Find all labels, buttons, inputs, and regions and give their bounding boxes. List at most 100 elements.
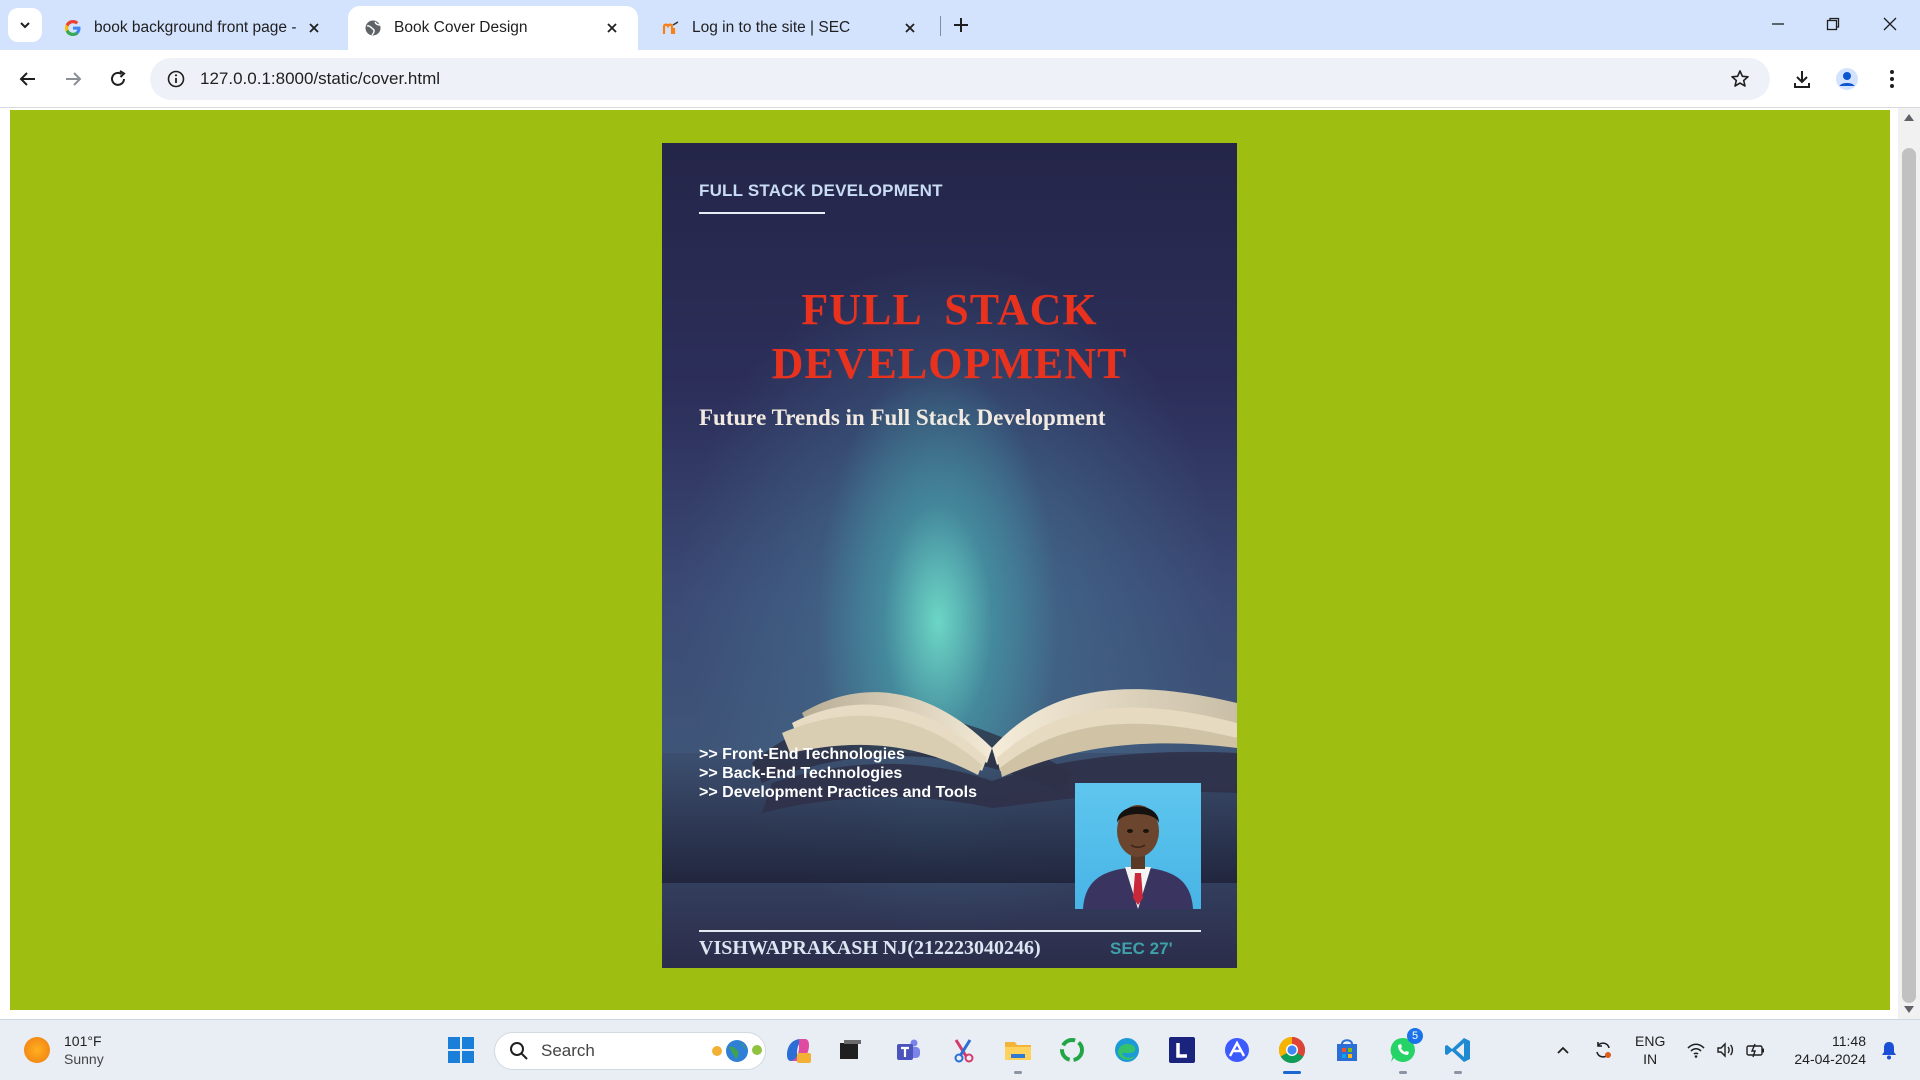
wifi-tray-button[interactable] bbox=[1683, 1030, 1709, 1070]
scroll-down-icon[interactable] bbox=[1904, 1006, 1914, 1013]
clock-time: 11:48 bbox=[1832, 1033, 1866, 1049]
sync-icon bbox=[1596, 1042, 1611, 1058]
taskbar-app-store[interactable] bbox=[1327, 1030, 1367, 1070]
scroll-up-icon[interactable] bbox=[1904, 114, 1914, 121]
tab-search-button[interactable] bbox=[8, 8, 42, 42]
taskbar-app-refresh-tool[interactable] bbox=[1052, 1030, 1092, 1070]
topic-item: >> Development Practices and Tools bbox=[699, 784, 978, 801]
bell-icon bbox=[1882, 1042, 1896, 1060]
task-view-icon bbox=[840, 1040, 861, 1059]
tab-strip: book background front page - Book Cover … bbox=[0, 0, 1920, 50]
taskbar-app-whatsapp[interactable]: 5 bbox=[1383, 1028, 1423, 1074]
tab-title: Book Cover Design bbox=[394, 19, 528, 36]
taskbar-app-chrome[interactable] bbox=[1272, 1030, 1312, 1074]
close-window-button[interactable] bbox=[1870, 8, 1910, 40]
show-hidden-icons-button[interactable] bbox=[1548, 1030, 1578, 1070]
notifications-button[interactable] bbox=[1874, 1030, 1904, 1070]
taskbar-app-vscode[interactable] bbox=[1438, 1030, 1478, 1074]
reload-button[interactable] bbox=[100, 61, 136, 97]
taskbar-app-edge[interactable] bbox=[1107, 1030, 1147, 1070]
tab-title: book background front page - bbox=[94, 19, 296, 36]
taskbar-app-snipping[interactable] bbox=[944, 1030, 984, 1070]
chevron-up-icon bbox=[1557, 1046, 1569, 1054]
site-info-icon[interactable] bbox=[156, 58, 196, 100]
weather-widget[interactable]: 101°F Sunny bbox=[24, 1032, 104, 1068]
reload-icon bbox=[111, 70, 126, 86]
battery-tray-button[interactable] bbox=[1743, 1030, 1769, 1070]
taskbar-app-copilot[interactable] bbox=[778, 1030, 818, 1070]
weather-temperature: 101°F bbox=[64, 1033, 102, 1049]
topics-list: >> Front-End Technologies >> Back-End Te… bbox=[699, 745, 977, 802]
new-tab-button[interactable] bbox=[948, 12, 974, 38]
taskbar-app-l[interactable] bbox=[1162, 1030, 1202, 1070]
url-text[interactable]: 127.0.0.1:8000/static/cover.html bbox=[200, 69, 1720, 89]
downloads-button[interactable] bbox=[1784, 61, 1820, 97]
start-button[interactable] bbox=[441, 1030, 481, 1070]
cover-eyebrow: FULL STACK DEVELOPMENT bbox=[699, 181, 943, 200]
eyebrow-underline bbox=[699, 212, 825, 214]
kebab-menu-icon bbox=[1890, 70, 1894, 88]
arrow-right-icon bbox=[66, 72, 82, 86]
footer-divider bbox=[699, 930, 1201, 932]
close-tab-icon[interactable] bbox=[304, 18, 324, 38]
sun-icon bbox=[24, 1037, 50, 1063]
speaker-icon bbox=[1717, 1042, 1734, 1058]
cover-subtitle: Future Trends in Full Stack Development bbox=[699, 405, 1106, 430]
plus-icon bbox=[954, 18, 968, 32]
cover-title-line-2: DEVELOPMENT bbox=[771, 339, 1128, 388]
taskbar-app-arc[interactable] bbox=[1217, 1030, 1257, 1070]
chevron-down-icon bbox=[20, 22, 30, 29]
section-label: SEC 27' bbox=[1110, 939, 1173, 958]
tab-title: Log in to the site | SEC bbox=[692, 19, 851, 36]
bookmark-star-icon[interactable] bbox=[1720, 58, 1760, 100]
system-clock[interactable]: 11:48 24-04-2024 bbox=[1786, 1032, 1866, 1068]
close-tab-icon[interactable] bbox=[602, 18, 622, 38]
taskbar-app-file-explorer[interactable] bbox=[998, 1030, 1038, 1074]
windows-taskbar: 101°F Sunny Search 5 ENG IN 11:48 24-04-… bbox=[0, 1019, 1920, 1080]
language-indicator[interactable]: ENG IN bbox=[1635, 1032, 1665, 1068]
tab-sec-login[interactable]: Log in to the site | SEC bbox=[646, 6, 936, 50]
taskbar-app-teams[interactable] bbox=[888, 1030, 928, 1070]
cover-title: FULL STACK DEVELOPMENT bbox=[662, 283, 1237, 391]
cover-title-line-1: FULL STACK bbox=[801, 285, 1098, 334]
close-icon bbox=[1883, 17, 1897, 31]
search-label: Search bbox=[541, 1041, 595, 1060]
copilot-icon bbox=[787, 1039, 811, 1063]
vscode-icon bbox=[1445, 1038, 1470, 1062]
restore-button[interactable] bbox=[1813, 8, 1853, 40]
back-button[interactable] bbox=[10, 61, 46, 97]
taskbar-search[interactable]: Search bbox=[494, 1032, 766, 1070]
vertical-scrollbar[interactable] bbox=[1898, 108, 1920, 1019]
author-name: VISHWAPRAKASH NJ(212223040246) bbox=[699, 937, 1041, 959]
snipping-tool-icon bbox=[954, 1039, 974, 1063]
notification-badge: 5 bbox=[1407, 1028, 1423, 1044]
browser-toolbar: 127.0.0.1:8000/static/cover.html bbox=[0, 50, 1920, 108]
download-icon bbox=[1794, 71, 1810, 88]
folder-icon bbox=[1005, 1042, 1031, 1060]
taskbar-app-task-view[interactable] bbox=[830, 1030, 870, 1070]
clock-date: 24-04-2024 bbox=[1794, 1051, 1866, 1067]
volume-tray-button[interactable] bbox=[1713, 1030, 1739, 1070]
scrollbar-thumb[interactable] bbox=[1902, 148, 1916, 1003]
tab-separator bbox=[940, 16, 941, 36]
tab-book-cover-design[interactable]: Book Cover Design bbox=[348, 6, 638, 50]
edge-icon bbox=[1115, 1038, 1139, 1062]
weather-condition: Sunny bbox=[64, 1051, 104, 1067]
minimize-button[interactable] bbox=[1758, 8, 1798, 40]
moodle-icon bbox=[662, 19, 680, 37]
author-photo bbox=[1075, 783, 1201, 909]
profile-button[interactable] bbox=[1829, 61, 1865, 97]
l-app-icon bbox=[1169, 1037, 1195, 1063]
arrow-left-icon bbox=[19, 72, 35, 86]
forward-button[interactable] bbox=[55, 61, 91, 97]
address-bar[interactable]: 127.0.0.1:8000/static/cover.html bbox=[150, 58, 1770, 100]
restore-icon bbox=[1826, 17, 1840, 31]
chrome-icon bbox=[1278, 1036, 1306, 1064]
browser-menu-button[interactable] bbox=[1874, 61, 1910, 97]
green-circle-app-icon bbox=[1060, 1038, 1084, 1062]
author-portrait-illustration bbox=[1083, 805, 1193, 909]
tab-google-search[interactable]: book background front page - bbox=[48, 6, 340, 50]
sync-tray-button[interactable] bbox=[1588, 1030, 1618, 1070]
arc-app-icon bbox=[1225, 1038, 1249, 1062]
close-tab-icon[interactable] bbox=[900, 18, 920, 38]
